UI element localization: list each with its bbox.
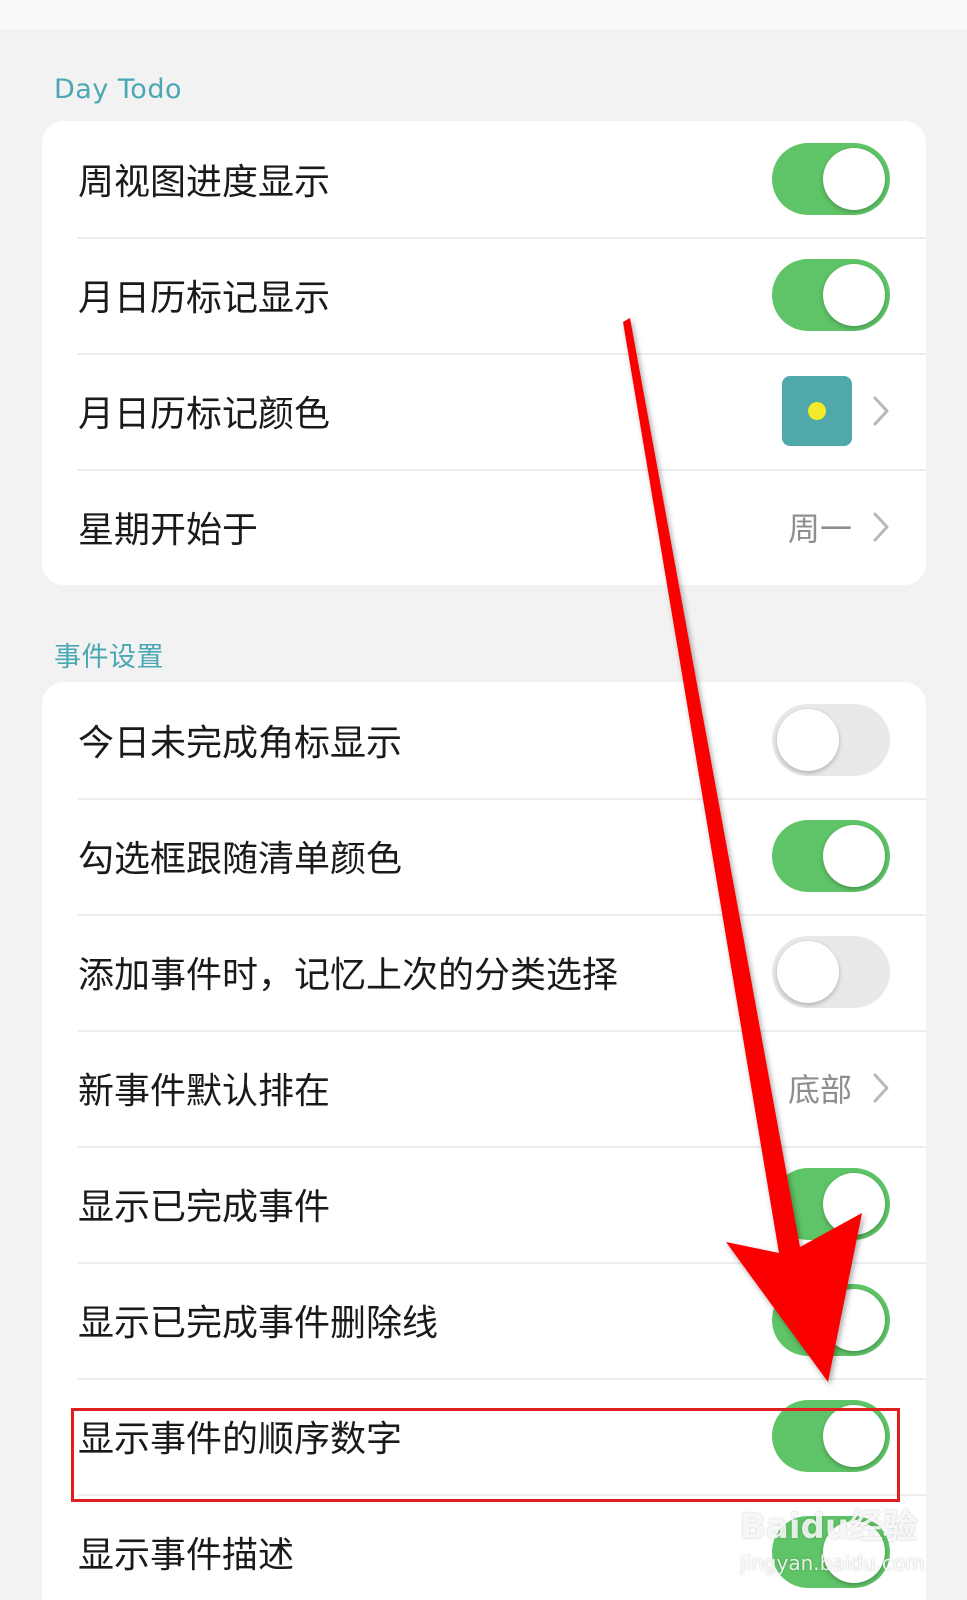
row-label: 勾选框跟随清单颜色 <box>78 839 403 880</box>
row-month-mark-color[interactable]: 月日历标记颜色 <box>42 353 926 469</box>
month-mark-toggle[interactable] <box>772 259 890 331</box>
toggle-knob <box>823 1289 885 1351</box>
row-show-order-number[interactable]: 显示事件的顺序数字 <box>42 1378 926 1494</box>
row-month-mark-display[interactable]: 月日历标记显示 <box>42 237 926 353</box>
event-settings-card: 今日未完成角标显示 勾选框跟随清单颜色 添加事件时，记忆上次的分类选择 新事件默… <box>42 682 926 1600</box>
row-label: 周视图进度显示 <box>78 162 331 203</box>
show-strikethrough-toggle[interactable] <box>772 1284 890 1356</box>
row-label: 显示已完成事件 <box>78 1187 331 1228</box>
row-week-start[interactable]: 星期开始于 周一 <box>42 469 926 585</box>
row-remember-category[interactable]: 添加事件时，记忆上次的分类选择 <box>42 914 926 1030</box>
row-week-progress[interactable]: 周视图进度显示 <box>42 121 926 237</box>
toggle-knob <box>823 148 885 210</box>
week-start-value: 周一 <box>787 510 852 548</box>
toggle-knob <box>777 709 839 771</box>
week-progress-toggle[interactable] <box>772 143 890 215</box>
row-label: 月日历标记颜色 <box>78 394 331 435</box>
color-dot <box>808 402 826 420</box>
row-show-completed[interactable]: 显示已完成事件 <box>42 1146 926 1262</box>
row-label: 显示事件描述 <box>78 1535 295 1576</box>
row-today-badge[interactable]: 今日未完成角标显示 <box>42 682 926 798</box>
row-label: 添加事件时，记忆上次的分类选择 <box>78 955 619 996</box>
chevron-right-icon <box>873 396 889 426</box>
toggle-knob <box>823 1521 885 1583</box>
show-completed-toggle[interactable] <box>772 1168 890 1240</box>
chevron-right-icon <box>873 512 889 542</box>
day-todo-card: 周视图进度显示 月日历标记显示 月日历标记颜色 星期开始于 周一 <box>42 121 926 585</box>
settings-screen: Day Todo 周视图进度显示 月日历标记显示 月日历标记颜色 星期开始于 周… <box>0 0 967 1600</box>
row-new-event-position[interactable]: 新事件默认排在 底部 <box>42 1030 926 1146</box>
row-label: 月日历标记显示 <box>78 278 331 319</box>
row-label: 显示已完成事件删除线 <box>78 1303 439 1344</box>
row-checkbox-color[interactable]: 勾选框跟随清单颜色 <box>42 798 926 914</box>
row-show-strikethrough[interactable]: 显示已完成事件删除线 <box>42 1262 926 1378</box>
row-label: 今日未完成角标显示 <box>78 723 403 764</box>
toggle-knob <box>777 941 839 1003</box>
chevron-right-icon <box>873 1073 889 1103</box>
toggle-knob <box>823 1173 885 1235</box>
checkbox-color-toggle[interactable] <box>772 820 890 892</box>
row-label: 新事件默认排在 <box>78 1071 331 1112</box>
remember-category-toggle[interactable] <box>772 936 890 1008</box>
section-title-event-settings: 事件设置 <box>54 642 164 673</box>
color-swatch[interactable] <box>782 376 852 446</box>
row-label: 显示事件的顺序数字 <box>78 1419 403 1460</box>
toggle-knob <box>823 1405 885 1467</box>
toggle-knob <box>823 825 885 887</box>
show-description-toggle[interactable] <box>772 1516 890 1588</box>
toggle-knob <box>823 264 885 326</box>
today-badge-toggle[interactable] <box>772 704 890 776</box>
row-show-description[interactable]: 显示事件描述 <box>42 1494 926 1600</box>
show-order-number-toggle[interactable] <box>772 1400 890 1472</box>
new-event-position-value: 底部 <box>787 1071 852 1109</box>
row-label: 星期开始于 <box>78 510 259 551</box>
section-title-day-todo: Day Todo <box>54 74 182 105</box>
top-bar <box>0 0 967 30</box>
